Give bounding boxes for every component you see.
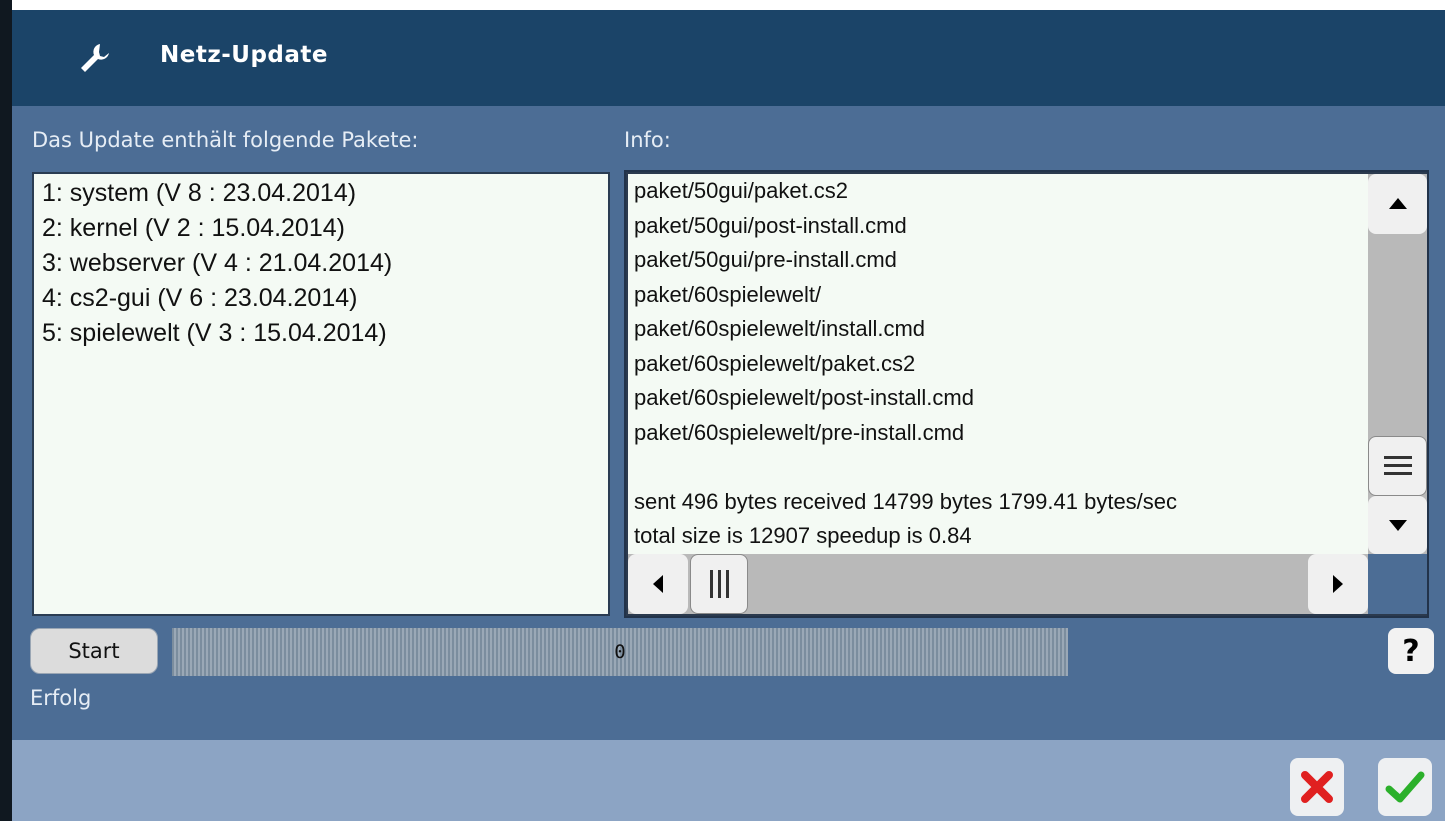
info-line: paket/60spielewelt/ — [634, 281, 822, 307]
info-line: total size is 12907 speedup is 0.84 — [634, 523, 972, 548]
info-line: paket/60spielewelt/post-install.cmd — [634, 385, 974, 410]
scroll-right-button[interactable] — [1308, 554, 1368, 614]
ok-button[interactable] — [1378, 758, 1432, 816]
horizontal-scrollbar[interactable] — [628, 554, 1368, 614]
dialog-footer — [12, 740, 1445, 821]
info-line: paket/50gui/post-install.cmd — [634, 212, 907, 238]
package-list[interactable]: 1: system (V 8 : 23.04.2014) 2: kernel (… — [32, 172, 610, 616]
progress-bar: 0 — [172, 628, 1068, 676]
screen-top-edge — [0, 0, 1445, 10]
start-button[interactable]: Start — [30, 628, 158, 674]
progress-value: 0 — [614, 641, 626, 663]
info-line: paket/50gui/paket.cs2 — [634, 178, 849, 203]
netz-update-dialog: Netz-Update Das Update enthält folgende … — [12, 10, 1445, 821]
list-item-package-2[interactable]: 2: kernel (V 2 : 15.04.2014) — [42, 211, 608, 246]
status-text: Erfolg — [30, 686, 92, 710]
info-line: paket/60spielewelt/paket.cs2 — [634, 350, 916, 376]
info-line: paket/60spielewelt/install.cmd — [634, 316, 926, 341]
info-panel: paket/50gui/paket.cs2 paket/50gui/post-i… — [624, 170, 1429, 618]
info-line — [634, 450, 1368, 485]
checkmark-icon — [1385, 771, 1425, 803]
scroll-left-button[interactable] — [628, 554, 688, 614]
wrench-icon — [81, 44, 109, 72]
list-item-package-3[interactable]: 3: webserver (V 4 : 21.04.2014) — [42, 246, 608, 281]
cancel-button[interactable] — [1290, 758, 1344, 816]
vertical-scrollbar[interactable] — [1368, 174, 1427, 554]
screen-left-edge — [0, 0, 12, 821]
dialog-title: Netz-Update — [160, 42, 328, 68]
vertical-scroll-thumb[interactable] — [1368, 436, 1427, 496]
scroll-corner — [1368, 554, 1427, 614]
arrow-right-icon — [1333, 575, 1343, 593]
grip-bars-icon — [710, 570, 729, 598]
arrow-down-icon — [1388, 520, 1407, 531]
grip-lines-icon — [1383, 456, 1412, 475]
info-label: Info: — [624, 128, 671, 152]
info-line: sent 496 bytes received 14799 bytes 1799… — [634, 488, 1178, 514]
list-item-package-5[interactable]: 5: spielewelt (V 3 : 15.04.2014) — [42, 316, 608, 351]
horizontal-scroll-thumb[interactable] — [690, 554, 748, 614]
arrow-left-icon — [653, 575, 663, 593]
title-bar: Netz-Update — [12, 10, 1445, 106]
info-log-text[interactable]: paket/50gui/paket.cs2 paket/50gui/post-i… — [628, 174, 1368, 554]
packages-label: Das Update enthält folgende Pakete: — [32, 128, 419, 152]
list-item-package-4[interactable]: 4: cs2-gui (V 6 : 23.04.2014) — [42, 281, 608, 316]
arrow-up-icon — [1388, 198, 1407, 209]
list-item-package-1[interactable]: 1: system (V 8 : 23.04.2014) — [42, 176, 608, 211]
info-line: paket/60spielewelt/pre-install.cmd — [634, 419, 965, 445]
help-button[interactable]: ? — [1388, 628, 1434, 674]
close-icon — [1301, 771, 1333, 803]
info-line: paket/50gui/pre-install.cmd — [634, 247, 897, 272]
scroll-down-button[interactable] — [1368, 496, 1427, 554]
scroll-up-button[interactable] — [1368, 174, 1427, 234]
